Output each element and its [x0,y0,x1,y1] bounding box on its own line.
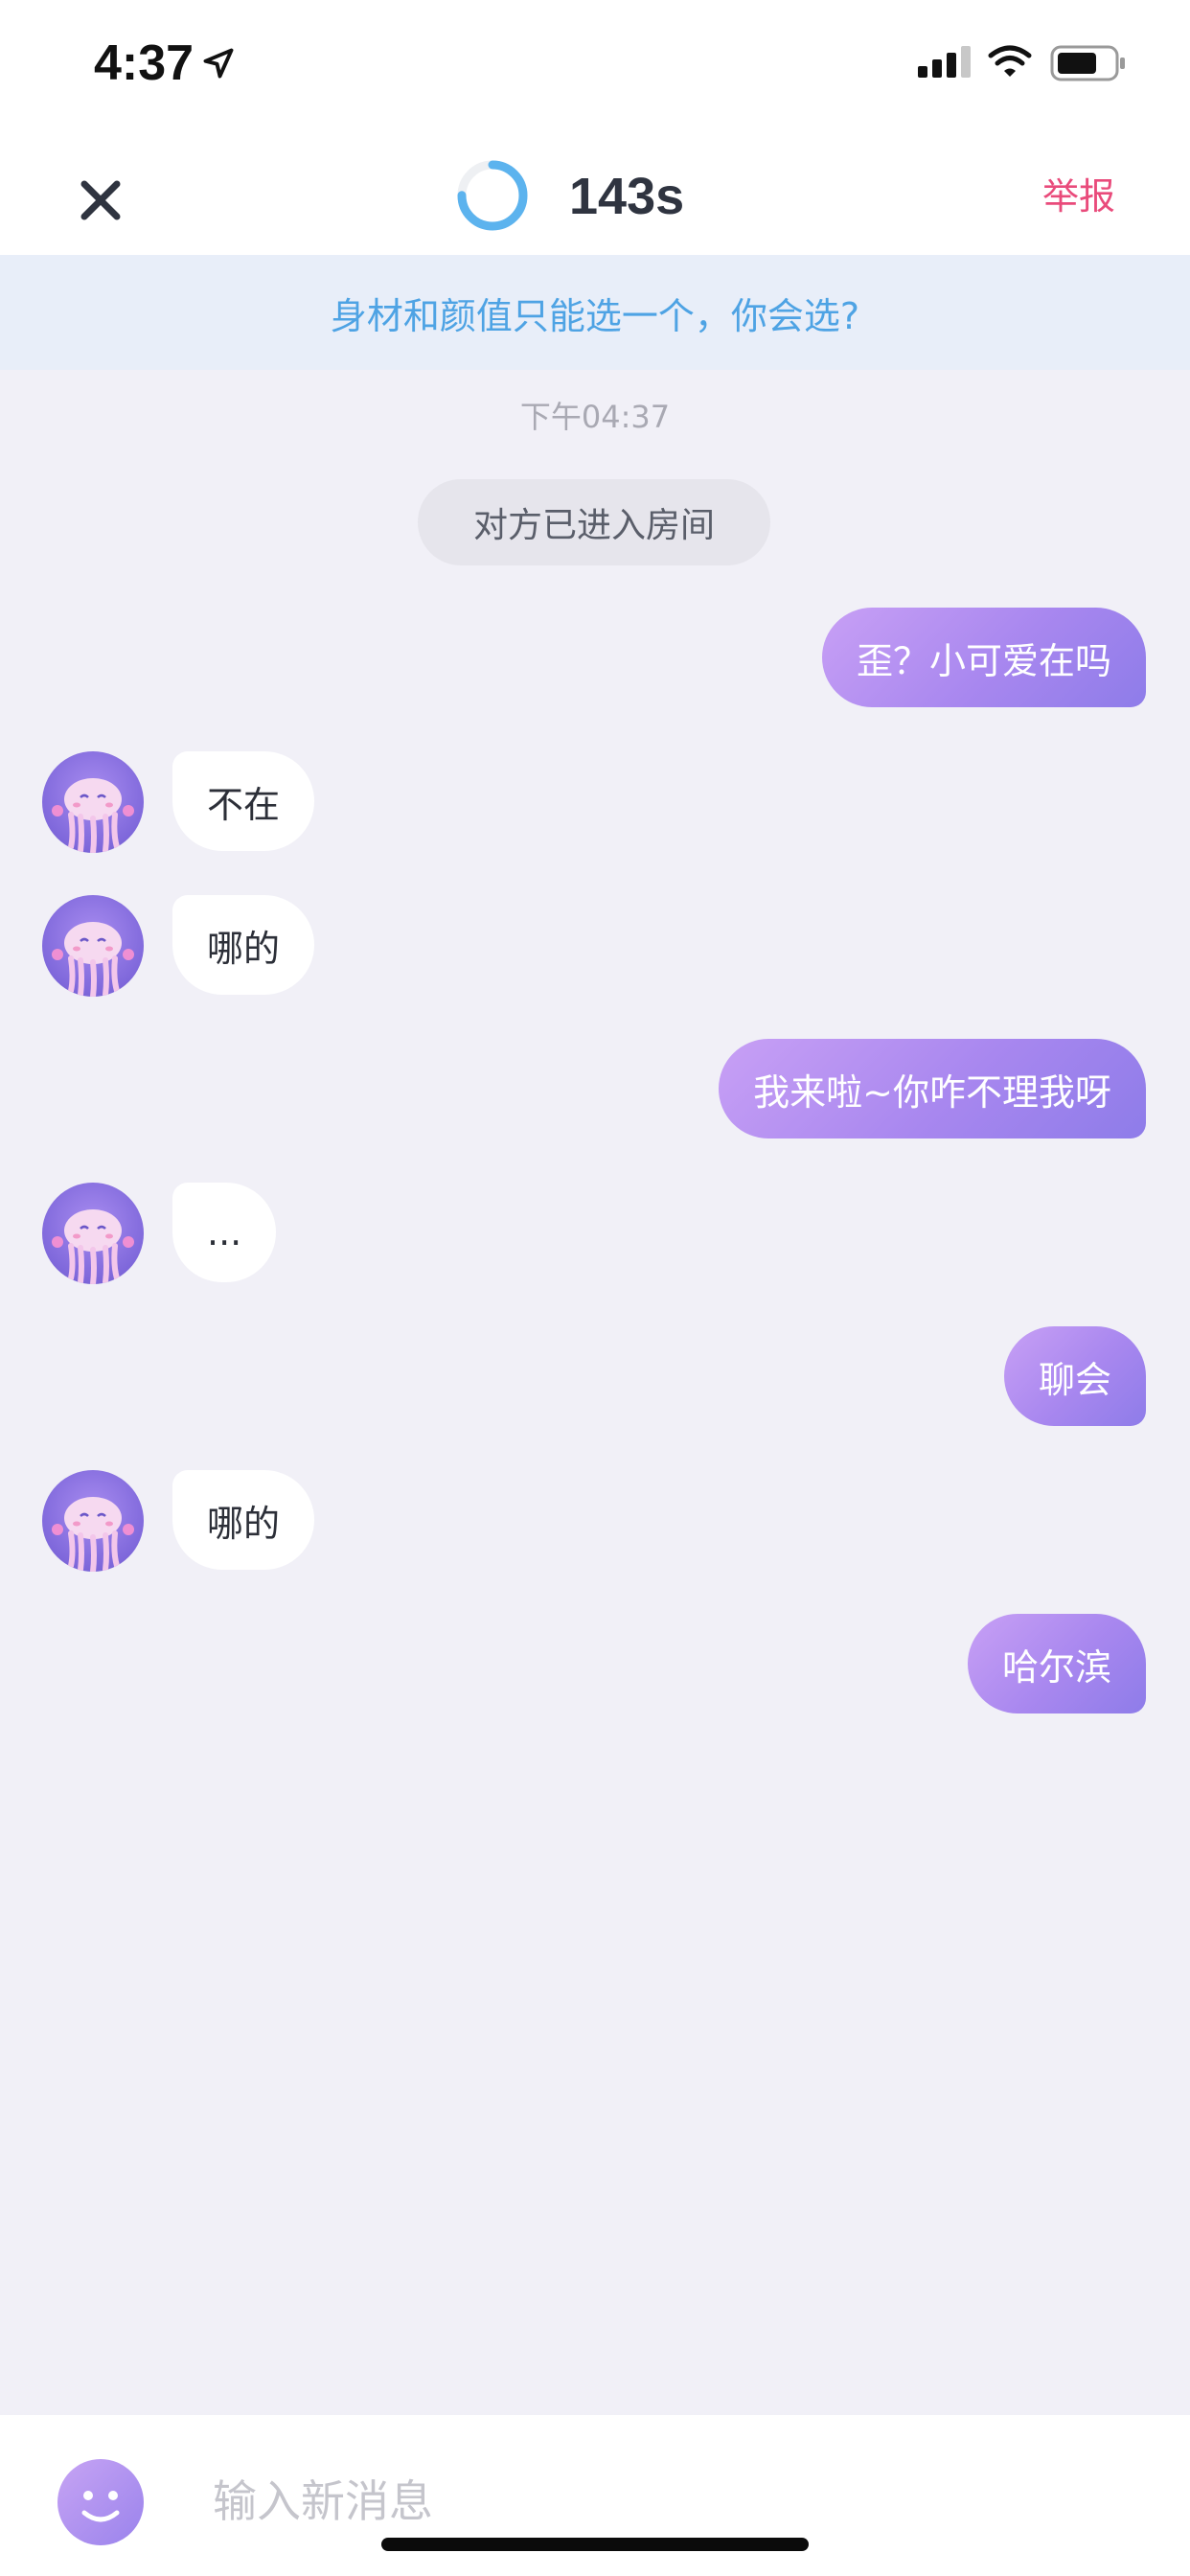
close-icon[interactable] [77,176,125,224]
cellular-signal-icon [918,46,971,78]
topic-banner: 身材和颜值只能选一个，你会选? [0,255,1190,370]
message-row-incoming: 哪的 [0,895,1190,997]
message-row-incoming: 哪的 [0,1470,1190,1572]
chat-timestamp: 下午04:37 [519,399,671,435]
home-indicator [381,2538,809,2551]
smiley-icon[interactable] [57,2459,144,2545]
message-row-outgoing: 歪？小可爱在吗 [0,608,1190,709]
jellyfish-avatar-icon [52,778,134,853]
battery-icon [1050,45,1125,81]
status-time: 4:37 [94,35,195,91]
avatar[interactable] [42,751,144,853]
chat-header: 143s 举报 [0,134,1190,255]
timer-countdown: 143s [569,168,685,225]
outgoing-message-bubble[interactable]: 哈尔滨 [967,1614,1146,1714]
message-row-outgoing: 聊会 [0,1326,1190,1428]
report-button[interactable]: 举报 [1042,167,1115,219]
avatar[interactable] [42,895,144,997]
system-message: 对方已进入房间 [418,479,770,565]
outgoing-message-bubble[interactable]: 聊会 [1003,1326,1146,1426]
status-bar: 4:37 [0,0,1190,134]
topic-text: 身材和颜值只能选一个，你会选? [330,294,860,337]
incoming-message-bubble[interactable]: 哪的 [172,895,315,995]
location-arrow-icon [203,48,234,79]
system-message-text: 对方已进入房间 [472,506,715,545]
message-row-outgoing: 我来啦~你咋不理我呀 [0,1039,1190,1140]
jellyfish-avatar-icon [52,1497,134,1572]
outgoing-message-bubble[interactable]: 我来啦~你咋不理我呀 [719,1039,1146,1138]
incoming-message-bubble[interactable]: 不在 [172,751,315,851]
avatar[interactable] [42,1183,144,1284]
incoming-message-bubble[interactable]: 哪的 [172,1470,315,1570]
incoming-message-bubble[interactable]: ... [172,1183,277,1282]
message-row-incoming: 不在 [0,751,1190,853]
message-input[interactable] [213,2463,1075,2540]
message-row-outgoing: 哈尔滨 [0,1614,1190,1715]
jellyfish-avatar-icon [52,922,134,997]
jellyfish-avatar-icon [52,1209,134,1284]
avatar[interactable] [42,1470,144,1572]
message-input-bar [0,2415,1190,2576]
outgoing-message-bubble[interactable]: 歪？小可爱在吗 [821,608,1146,707]
timer-ring-icon [457,160,528,231]
wifi-icon [988,45,1032,77]
message-row-incoming: ... [0,1183,1190,1284]
